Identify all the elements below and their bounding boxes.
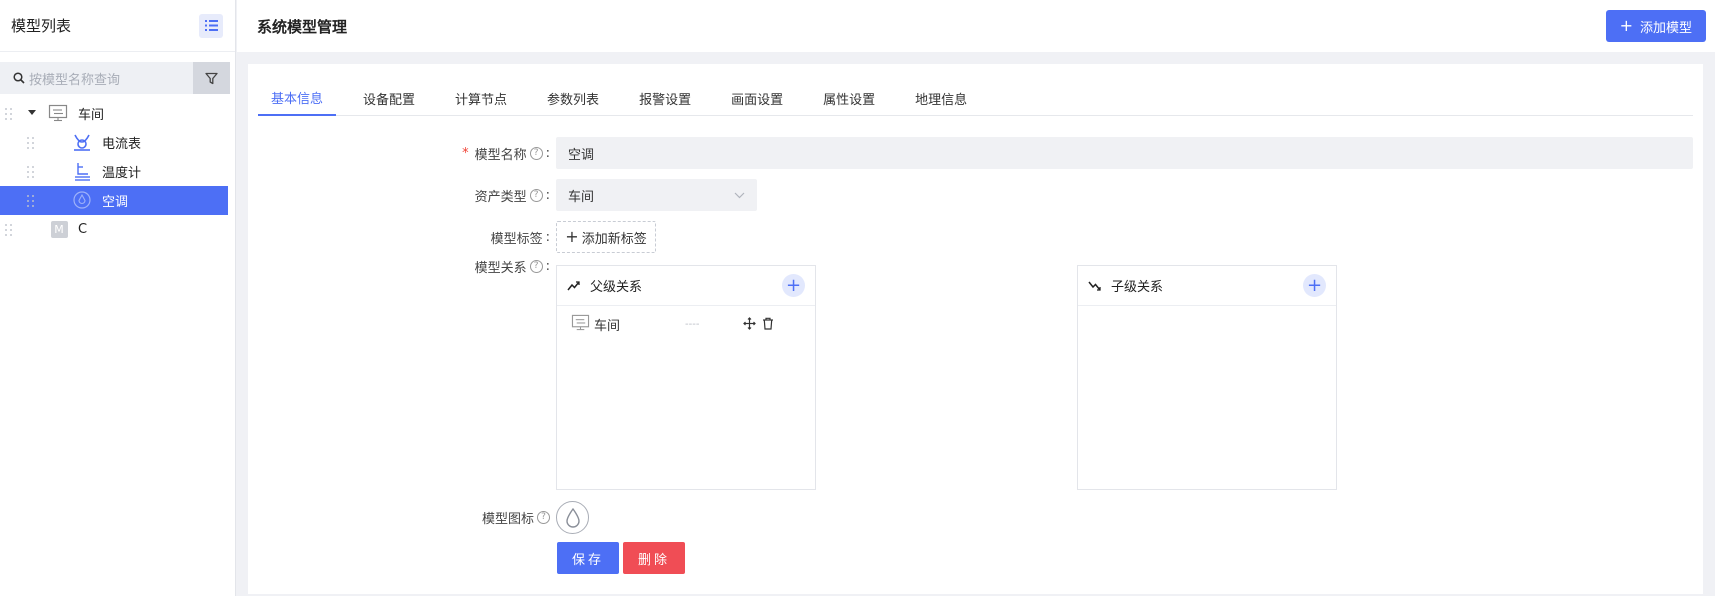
model-badge: M xyxy=(48,218,70,240)
sidebar-title: 模型列表 xyxy=(11,17,72,35)
search-placeholder: 按模型名称查询 xyxy=(29,72,121,88)
parent-relation-panel: 父级关系 + 车间 ---- xyxy=(556,265,816,490)
trash-icon[interactable] xyxy=(762,317,774,334)
tree-item-thermometer[interactable]: 温度计 xyxy=(0,157,235,186)
add-model-label: 添加模型 xyxy=(1639,20,1692,36)
chevron-down-icon xyxy=(734,192,745,198)
model-icon-label: 模型图标 ? xyxy=(410,508,550,527)
caret-down-icon[interactable] xyxy=(28,110,36,115)
tab-alarm-settings[interactable]: 报警设置 xyxy=(626,80,704,116)
add-tag-button[interactable]: + 添加新标签 xyxy=(556,221,656,253)
add-model-button[interactable]: + 添加模型 xyxy=(1605,10,1706,42)
drag-handle-icon[interactable] xyxy=(27,195,34,207)
help-icon[interactable]: ? xyxy=(537,511,550,524)
child-relation-header: 子级关系 + xyxy=(1078,266,1336,306)
drag-handle-icon[interactable] xyxy=(5,108,12,120)
asset-type-value: 车间 xyxy=(568,189,595,205)
parent-relation-header: 父级关系 + xyxy=(557,266,815,306)
asset-type-select[interactable]: 车间 xyxy=(556,179,757,211)
help-icon[interactable]: ? xyxy=(529,260,543,273)
tab-compute-nodes[interactable]: 计算节点 xyxy=(442,80,520,116)
sidebar-header: 模型列表 xyxy=(0,0,235,52)
tab-parameter-list[interactable]: 参数列表 xyxy=(534,80,612,116)
workshop-icon xyxy=(47,102,69,124)
add-child-button[interactable]: + xyxy=(1303,274,1326,297)
drop-icon xyxy=(565,507,580,528)
drag-handle-icon[interactable] xyxy=(5,224,12,236)
tree-item-label: C xyxy=(78,222,88,237)
drag-handle-icon[interactable] xyxy=(27,166,34,178)
search-icon xyxy=(13,72,25,84)
plus-icon: + xyxy=(565,227,579,246)
save-button[interactable]: 保存 xyxy=(557,542,619,574)
tree-item-label: 空调 xyxy=(102,195,129,210)
tab-geo-info[interactable]: 地理信息 xyxy=(902,80,980,116)
page-header: 系统模型管理 + 添加模型 xyxy=(237,0,1715,52)
plus-icon: + xyxy=(1619,16,1633,35)
move-icon[interactable] xyxy=(743,317,756,334)
tree-item-label: 车间 xyxy=(78,108,105,123)
required-marker: * xyxy=(462,146,469,161)
tab-screen-settings[interactable]: 画面设置 xyxy=(718,80,796,116)
relation-item-extra: ---- xyxy=(685,318,700,330)
model-tag-label: 模型标签: xyxy=(490,229,550,247)
delete-button[interactable]: 删除 xyxy=(623,542,685,574)
page-title: 系统模型管理 xyxy=(257,17,348,36)
child-relation-panel: 子级关系 + xyxy=(1077,265,1337,490)
tab-bar: 基本信息 设备配置 计算节点 参数列表 报警设置 画面设置 属性设置 地理信息 xyxy=(258,80,1693,116)
add-parent-button[interactable]: + xyxy=(782,274,805,297)
model-list-sidebar: 模型列表 按模型名称查询 车间 电流表 温度计 空调 M C xyxy=(0,0,236,596)
model-name-field[interactable]: 空调 xyxy=(556,137,1693,169)
filter-icon xyxy=(205,72,218,84)
list-view-button[interactable] xyxy=(199,13,223,38)
tree-item-label: 温度计 xyxy=(102,166,142,181)
help-icon[interactable]: ? xyxy=(529,189,543,202)
model-relation-label: 模型关系 ?: xyxy=(474,259,550,276)
parent-relation-title: 父级关系 xyxy=(590,280,643,295)
child-relation-title: 子级关系 xyxy=(1111,280,1164,295)
list-icon xyxy=(204,20,218,31)
model-name-label: * 模型名称 ?: xyxy=(462,146,550,163)
ammeter-icon xyxy=(71,131,93,153)
tab-device-config[interactable]: 设备配置 xyxy=(350,80,428,116)
trend-down-icon xyxy=(1088,281,1101,291)
tree-item-ammeter[interactable]: 电流表 xyxy=(0,128,235,157)
trend-up-icon xyxy=(567,280,580,290)
model-icon-picker[interactable] xyxy=(556,501,589,534)
model-tree: 车间 电流表 温度计 空调 M C xyxy=(0,99,235,244)
filter-button[interactable] xyxy=(193,62,230,94)
asset-type-label: 资产类型 ?: xyxy=(474,188,550,205)
help-icon[interactable]: ? xyxy=(529,147,543,160)
model-search-input[interactable]: 按模型名称查询 xyxy=(0,62,193,94)
tree-item-label: 电流表 xyxy=(102,137,142,152)
workshop-icon xyxy=(571,314,590,335)
model-detail-card: 基本信息 设备配置 计算节点 参数列表 报警设置 画面设置 属性设置 地理信息 … xyxy=(248,64,1703,594)
relation-item-name: 车间 xyxy=(594,318,621,334)
tree-item-workshop[interactable]: 车间 xyxy=(0,99,235,128)
list-item: 车间 ---- xyxy=(557,306,815,342)
air-conditioner-icon xyxy=(71,189,93,211)
tab-basic-info[interactable]: 基本信息 xyxy=(258,80,337,116)
tab-property-settings[interactable]: 属性设置 xyxy=(810,80,888,116)
tree-item-c[interactable]: M C xyxy=(0,215,235,244)
drag-handle-icon[interactable] xyxy=(27,137,34,149)
tree-item-air-conditioner[interactable]: 空调 xyxy=(0,186,228,215)
thermometer-icon xyxy=(71,160,93,182)
